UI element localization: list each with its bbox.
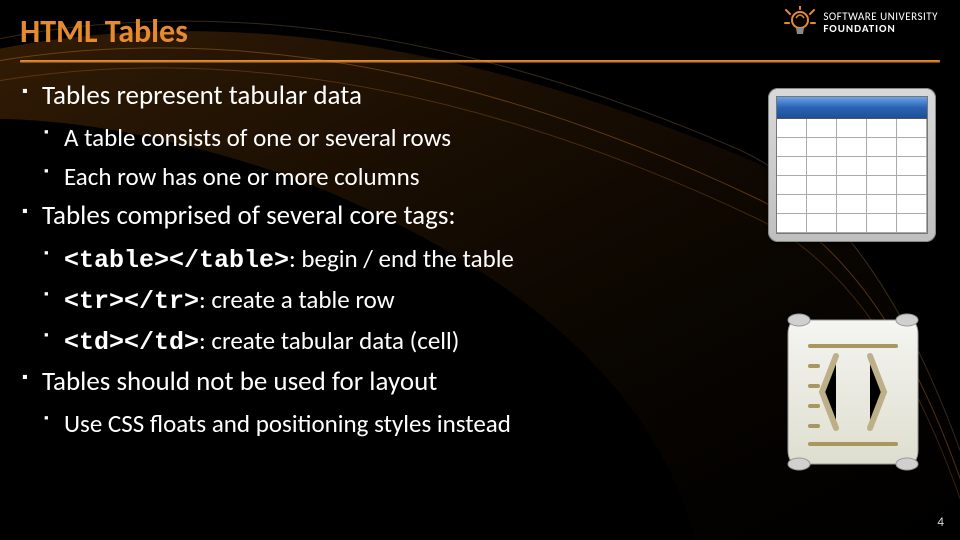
- slide-header: HTML Tables SOFTWARE UNIVERSITY FOUNDATI…: [20, 12, 940, 64]
- logo: SOFTWARE UNIVERSITY FOUNDATION: [783, 6, 938, 40]
- bullet-level1: Tables comprised of several core tags:: [20, 198, 640, 234]
- slide-content: Tables represent tabular data A table co…: [20, 78, 640, 445]
- bullet-level2: <table></table>: begin / end the table: [42, 241, 640, 278]
- scroll-code-illustration: [778, 306, 928, 476]
- lightbulb-icon: [783, 6, 817, 40]
- logo-text: SOFTWARE UNIVERSITY FOUNDATION: [823, 11, 938, 35]
- bullet-level2: <tr></tr>: create a table row: [42, 282, 640, 319]
- page-number: 4: [937, 515, 944, 530]
- bullet-level2: Each row has one or more columns: [42, 159, 640, 194]
- table-illustration: [768, 88, 936, 242]
- bullet-level2: <td></td>: create tabular data (cell): [42, 323, 640, 360]
- title-underline: [20, 60, 940, 63]
- bullet-level1: Tables represent tabular data: [20, 78, 640, 114]
- bullet-level1: Tables should not be used for layout: [20, 364, 640, 400]
- bullet-level2: A table consists of one or several rows: [42, 120, 640, 155]
- bullet-level2: Use CSS floats and positioning styles in…: [42, 406, 640, 441]
